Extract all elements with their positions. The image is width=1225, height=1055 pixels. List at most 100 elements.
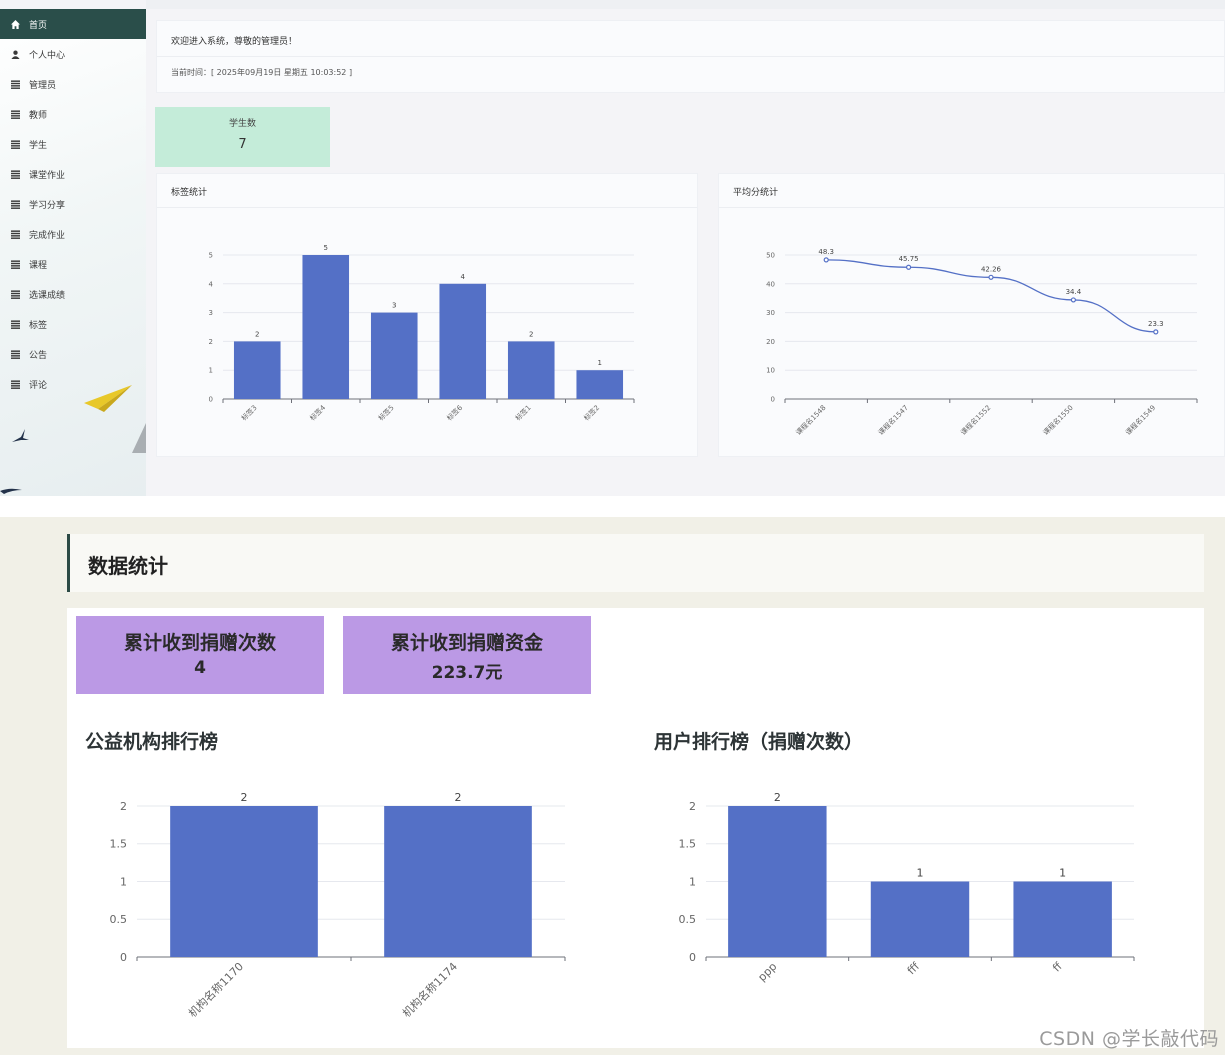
sidebar-item-label: 课堂作业 xyxy=(29,170,66,181)
sidebar-item[interactable]: 标签 xyxy=(0,309,146,339)
sidebar-item-label: 课程 xyxy=(29,260,48,271)
sidebar-item-label: 学习分享 xyxy=(29,200,66,211)
section-title: 数据统计 xyxy=(88,554,168,578)
data-label: 45.75 xyxy=(899,255,919,263)
list-icon xyxy=(10,109,21,120)
section-header: 数据统计 xyxy=(67,534,1204,592)
data-label: 2 xyxy=(455,791,462,804)
list-icon xyxy=(10,79,21,90)
sidebar-item[interactable]: 学生 xyxy=(0,129,146,159)
avg-score-panel: 平均分统计 0 10 20 30 40 50 课程名1548 课程名1547 课程名1552 课程… xyxy=(718,173,1225,457)
sidebar-item-label: 首页 xyxy=(29,20,48,31)
sidebar-item-label: 评论 xyxy=(29,380,48,391)
tag-stats-panel: 标签统计 0 1 2 3 4 5 2 标签3 5 标签4 3 标签5 4 标签6 2 标签1 1 标签2 xyxy=(156,173,698,457)
y-tick-label: 30 xyxy=(766,309,775,317)
sidebar-item[interactable]: 教师 xyxy=(0,99,146,129)
y-tick-label: 1.5 xyxy=(679,838,697,851)
y-tick-label: 50 xyxy=(766,251,775,259)
y-tick-label: 2 xyxy=(209,338,213,346)
sidebar-item[interactable]: 公告 xyxy=(0,339,146,369)
x-tick-label: 机构名称1174 xyxy=(399,959,460,1020)
x-tick-label: 标签6 xyxy=(445,403,465,423)
data-point xyxy=(988,274,994,280)
sidebar-menu: 首页个人中心管理员教师学生课堂作业学习分享完成作业课程选课成绩标签公告评论 xyxy=(0,9,146,399)
list-icon xyxy=(10,349,21,360)
data-label: 1 xyxy=(1059,867,1066,880)
kpi-value: 4 xyxy=(194,658,206,678)
sidebar-item-label: 学生 xyxy=(29,140,48,151)
list-icon xyxy=(10,229,21,240)
data-label: 42.26 xyxy=(981,265,1002,273)
list-icon xyxy=(10,259,21,270)
bird-icon xyxy=(0,488,22,494)
x-tick-label: ppp xyxy=(755,960,779,984)
y-tick-label: 20 xyxy=(766,338,775,346)
data-label: 2 xyxy=(255,330,259,338)
sidebar-item[interactable]: 课程 xyxy=(0,249,146,279)
org-ranking-bar-chart: 0 0.5 1 1.5 2 2 机构名称1170 2 机构名称1174 xyxy=(110,791,566,1020)
sidebar-item[interactable]: 管理员 xyxy=(0,69,146,99)
donation-count-kpi: 累计收到捐赠次数 4 xyxy=(76,616,324,694)
x-tick-label: 标签5 xyxy=(376,403,395,422)
bar xyxy=(439,283,487,399)
decorative-shape-icon xyxy=(132,423,146,453)
kpi-label: 累计收到捐赠次数 xyxy=(123,632,276,654)
data-label: 2 xyxy=(241,791,248,804)
x-tick-label: 标签3 xyxy=(239,403,258,422)
y-tick-label: 0.5 xyxy=(110,913,128,926)
x-tick-label: 课程名1549 xyxy=(1123,403,1157,437)
data-label: 4 xyxy=(461,273,466,281)
bar xyxy=(302,255,350,399)
home-icon xyxy=(10,19,21,30)
data-label: 48.3 xyxy=(818,248,834,256)
data-label: 34.4 xyxy=(1066,288,1082,296)
user-icon xyxy=(10,49,21,60)
top-strip xyxy=(146,0,1225,9)
watermark: CSDN @学长敲代码 xyxy=(1039,1028,1219,1050)
bar xyxy=(370,312,418,399)
student-count-card: 学生数 7 xyxy=(155,107,330,167)
bar xyxy=(1013,881,1112,957)
data-label: 2 xyxy=(529,330,533,338)
paper-plane-icon xyxy=(84,385,132,412)
data-label: 1 xyxy=(917,867,924,880)
sidebar-item[interactable]: 课堂作业 xyxy=(0,159,146,189)
bar xyxy=(233,341,281,399)
sidebar-item[interactable]: 选课成绩 xyxy=(0,279,146,309)
stats-card: 累计收到捐赠次数 4 累计收到捐赠资金 223.7元 公益机构排行榜 用户排行榜… xyxy=(67,608,1204,1048)
sidebar-item-label: 完成作业 xyxy=(29,230,66,241)
x-tick-label: 标签1 xyxy=(513,403,532,422)
admin-dashboard-screenshot: 首页个人中心管理员教师学生课堂作业学习分享完成作业课程选课成绩标签公告评论 欢迎… xyxy=(0,0,1225,496)
sidebar-item-label: 标签 xyxy=(29,320,48,331)
sidebar-item-label: 教师 xyxy=(29,110,48,121)
sidebar-item[interactable]: 完成作业 xyxy=(0,219,146,249)
current-time: 当前时间：[ 2025年09月19日 星期五 10:03:52 ] xyxy=(171,68,353,77)
data-point xyxy=(1153,329,1159,335)
welcome-greeting: 欢迎进入系统，尊敬的管理员！ xyxy=(171,37,298,47)
y-tick-label: 5 xyxy=(209,251,213,259)
data-label: 23.3 xyxy=(1148,320,1164,328)
y-tick-label: 40 xyxy=(766,280,775,288)
bar xyxy=(728,806,827,957)
org-ranking-title: 公益机构排行榜 xyxy=(85,731,219,753)
list-icon xyxy=(10,289,21,300)
x-tick-label: ff xyxy=(1050,960,1065,975)
welcome-card: 欢迎进入系统，尊敬的管理员！ 当前时间：[ 2025年09月19日 星期五 10… xyxy=(156,20,1225,93)
bar xyxy=(576,370,624,399)
sidebar-item[interactable]: 首页 xyxy=(0,9,146,39)
sidebar-item[interactable]: 学习分享 xyxy=(0,189,146,219)
y-tick-label: 2 xyxy=(120,800,127,813)
y-tick-label: 0 xyxy=(689,951,696,964)
y-tick-label: 4 xyxy=(209,280,214,288)
data-label: 2 xyxy=(774,791,781,804)
sidebar-item-label: 管理员 xyxy=(29,80,57,91)
y-tick-label: 0 xyxy=(120,951,127,964)
avg-score-line-chart: 0 10 20 30 40 50 课程名1548 课程名1547 课程名1552 课程名1550 课… xyxy=(766,248,1198,437)
sidebar-item[interactable]: 个人中心 xyxy=(0,39,146,69)
x-tick-label: 机构名称1170 xyxy=(185,959,246,1020)
data-point xyxy=(823,257,829,263)
x-tick-label: 课程名1548 xyxy=(794,403,828,437)
user-ranking-bar-chart: 0 0.5 1 1.5 2 2 ppp 1 fff 1 ff xyxy=(679,791,1135,984)
data-label: 5 xyxy=(324,244,328,252)
y-tick-label: 3 xyxy=(209,309,213,317)
